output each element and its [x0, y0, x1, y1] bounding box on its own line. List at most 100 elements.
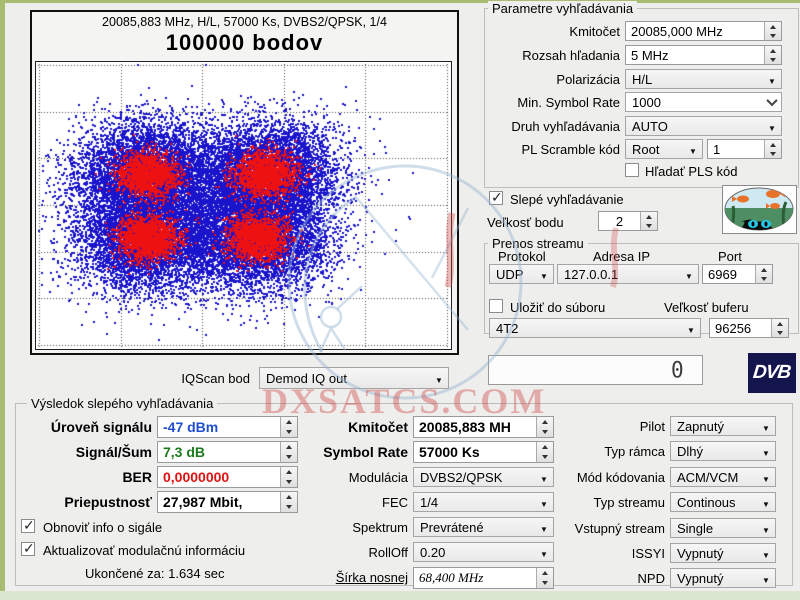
signal-level-input[interactable]: -47 dBm	[157, 416, 298, 438]
pl-scramble-code-input[interactable]: 1	[707, 139, 782, 159]
spinner[interactable]	[771, 319, 788, 337]
frequency-input[interactable]: 20085,000 MHz	[625, 21, 782, 41]
issyi-dropdown[interactable]: Vypnutý	[670, 543, 776, 563]
spin-up-icon[interactable]	[770, 49, 776, 53]
port-value[interactable]: 6969	[703, 267, 755, 282]
port-input[interactable]: 6969	[702, 264, 773, 284]
spin-up-icon[interactable]	[761, 268, 767, 272]
min-symbol-rate-value[interactable]: 1000	[626, 95, 763, 110]
stream-type-dropdown[interactable]: Continous	[670, 492, 776, 512]
dropdown-arrow-icon[interactable]	[757, 521, 775, 536]
dot-size-value[interactable]: 2	[599, 214, 640, 229]
spinner[interactable]	[280, 467, 297, 487]
ber-value[interactable]: 0,0000000	[158, 469, 280, 485]
save-to-file-checkbox[interactable]	[489, 299, 503, 313]
coding-mode-dropdown[interactable]: ACM/VCM	[670, 467, 776, 487]
search-range-value[interactable]: 5 MHz	[626, 48, 764, 63]
dropdown-arrow-icon[interactable]	[682, 321, 700, 336]
frequency-value[interactable]: 20085,000 MHz	[626, 24, 764, 39]
dropdown-arrow-icon[interactable]	[430, 371, 448, 386]
device-dropdown[interactable]: 4T2	[489, 318, 701, 338]
carrier-width-value[interactable]: 68,400 MHz	[414, 570, 536, 586]
spinner[interactable]	[755, 265, 772, 283]
spin-up-icon[interactable]	[542, 420, 548, 424]
carrier-width-input[interactable]: 68,400 MHz	[413, 567, 554, 589]
spin-up-icon[interactable]	[286, 470, 292, 474]
spin-up-icon[interactable]	[542, 571, 548, 575]
spinner[interactable]	[764, 140, 781, 158]
spinner[interactable]	[280, 442, 297, 462]
pilot-dropdown[interactable]: Zapnutý	[670, 416, 776, 436]
spin-down-icon[interactable]	[777, 331, 783, 335]
protocol-dropdown[interactable]: UDP	[489, 264, 554, 284]
pl-scramble-mode-dropdown[interactable]: Root	[625, 139, 703, 159]
modulation-dropdown[interactable]: DVBS2/QPSK	[413, 467, 554, 487]
tuner-frequency-input[interactable]: 20085,883 MH	[413, 416, 554, 438]
search-type-dropdown[interactable]: AUTO	[625, 116, 782, 136]
spin-up-icon[interactable]	[286, 420, 292, 424]
spin-down-icon[interactable]	[286, 430, 292, 434]
fec-dropdown[interactable]: 1/4	[413, 492, 554, 512]
spin-down-icon[interactable]	[286, 505, 292, 509]
throughput-value[interactable]: 27,987 Mbit,	[158, 494, 280, 510]
chevron-down-icon[interactable]	[763, 98, 781, 106]
spin-down-icon[interactable]	[542, 430, 548, 434]
dropdown-arrow-icon[interactable]	[757, 444, 775, 459]
spin-down-icon[interactable]	[770, 34, 776, 38]
update-modulation-info-checkbox[interactable]	[21, 542, 35, 556]
spinner[interactable]	[280, 417, 297, 437]
spin-down-icon[interactable]	[542, 581, 548, 585]
spinner[interactable]	[764, 22, 781, 40]
spectrum-dropdown[interactable]: Prevrátené	[413, 517, 554, 537]
buffer-size-input[interactable]: 96256	[709, 318, 789, 338]
symbol-rate-value[interactable]: 57000 Ks	[414, 444, 536, 460]
dropdown-arrow-icon[interactable]	[757, 495, 775, 510]
polarization-dropdown[interactable]: H/L	[625, 69, 782, 89]
spin-down-icon[interactable]	[646, 224, 652, 228]
search-range-input[interactable]: 5 MHz	[625, 45, 782, 65]
dropdown-arrow-icon[interactable]	[757, 571, 775, 586]
dropdown-arrow-icon[interactable]	[535, 267, 553, 282]
buffer-size-value[interactable]: 96256	[710, 321, 771, 336]
blind-search-checkbox[interactable]	[489, 191, 503, 205]
spin-up-icon[interactable]	[286, 495, 292, 499]
spinner[interactable]	[764, 46, 781, 64]
dropdown-arrow-icon[interactable]	[680, 267, 698, 282]
spin-up-icon[interactable]	[777, 322, 783, 326]
spin-up-icon[interactable]	[542, 445, 548, 449]
dropdown-arrow-icon[interactable]	[757, 470, 775, 485]
spin-up-icon[interactable]	[286, 445, 292, 449]
spin-down-icon[interactable]	[761, 277, 767, 281]
npd-dropdown[interactable]: Vypnutý	[670, 568, 776, 588]
pl-scramble-code-value[interactable]: 1	[708, 142, 764, 157]
spin-down-icon[interactable]	[770, 152, 776, 156]
pls-search-checkbox[interactable]	[625, 163, 639, 177]
refresh-signal-info-checkbox[interactable]	[21, 519, 35, 533]
dropdown-arrow-icon[interactable]	[757, 546, 775, 561]
dot-size-input[interactable]: 2	[598, 211, 658, 231]
frame-type-dropdown[interactable]: Dlhý	[670, 441, 776, 461]
spin-down-icon[interactable]	[286, 455, 292, 459]
dropdown-arrow-icon[interactable]	[684, 142, 702, 157]
spinner[interactable]	[280, 492, 297, 512]
snr-input[interactable]: 7,3 dB	[157, 441, 298, 463]
spinner[interactable]	[640, 212, 657, 230]
spin-up-icon[interactable]	[770, 25, 776, 29]
ip-address-dropdown[interactable]: 127.0.0.1	[557, 264, 699, 284]
spin-up-icon[interactable]	[646, 215, 652, 219]
throughput-input[interactable]: 27,987 Mbit,	[157, 491, 298, 513]
spin-up-icon[interactable]	[770, 143, 776, 147]
dropdown-arrow-icon[interactable]	[763, 119, 781, 134]
dropdown-arrow-icon[interactable]	[763, 72, 781, 87]
symbol-rate-input[interactable]: 57000 Ks	[413, 441, 554, 463]
ber-input[interactable]: 0,0000000	[157, 466, 298, 488]
fish-aquarium-button[interactable]	[722, 185, 797, 234]
signal-level-value[interactable]: -47 dBm	[158, 419, 280, 435]
spin-down-icon[interactable]	[542, 455, 548, 459]
rolloff-dropdown[interactable]: 0.20	[413, 542, 554, 562]
input-stream-dropdown[interactable]: Single	[670, 518, 776, 538]
tuner-frequency-value[interactable]: 20085,883 MH	[414, 419, 536, 435]
min-symbol-rate-combo[interactable]: 1000	[625, 92, 782, 112]
dropdown-arrow-icon[interactable]	[757, 419, 775, 434]
iqscan-dropdown[interactable]: Demod IQ out	[259, 367, 449, 389]
